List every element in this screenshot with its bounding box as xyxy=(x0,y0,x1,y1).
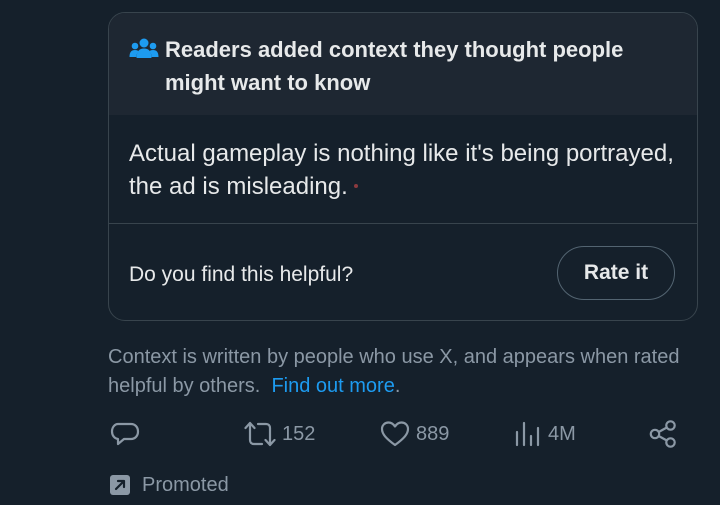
promoted-label: Promoted xyxy=(110,472,229,498)
views-button[interactable]: 4M xyxy=(514,418,576,450)
note-divider xyxy=(109,223,697,224)
repost-count: 152 xyxy=(282,422,316,445)
context-info-suffix: . xyxy=(394,375,401,397)
repost-icon xyxy=(244,421,276,447)
analytics-icon xyxy=(515,421,540,447)
share-button[interactable] xyxy=(648,418,678,450)
repost-button[interactable]: 152 xyxy=(244,418,315,450)
promoted-text: Promoted xyxy=(142,473,229,496)
community-note-title: Readers added context they thought peopl… xyxy=(165,37,624,95)
rate-it-button[interactable]: Rate it xyxy=(557,246,675,300)
heart-icon xyxy=(380,421,410,447)
people-icon xyxy=(129,38,159,58)
helpful-question: Do you find this helpful? xyxy=(129,263,354,286)
promoted-arrow-icon xyxy=(110,475,130,495)
context-info: Context is written by people who use X, … xyxy=(108,343,708,401)
views-count: 4M xyxy=(548,422,576,445)
like-button[interactable]: 889 xyxy=(380,418,449,450)
share-icon xyxy=(649,420,676,448)
community-note-header: Readers added context they thought peopl… xyxy=(109,13,697,115)
community-note-card: Readers added context they thought peopl… xyxy=(108,12,698,321)
like-count: 889 xyxy=(416,422,450,445)
tweet-footer: Readers added context they thought peopl… xyxy=(0,0,720,505)
find-out-more-link[interactable]: Find out more xyxy=(271,375,394,397)
reply-button[interactable] xyxy=(110,418,140,450)
tweet-action-bar: 152 889 4M xyxy=(0,418,720,450)
reply-icon xyxy=(110,422,140,446)
note-source-dot-icon xyxy=(353,184,358,188)
community-note-body: Actual gameplay is nothing like it's bei… xyxy=(129,137,684,203)
community-note-text: Actual gameplay is nothing like it's bei… xyxy=(129,140,674,200)
